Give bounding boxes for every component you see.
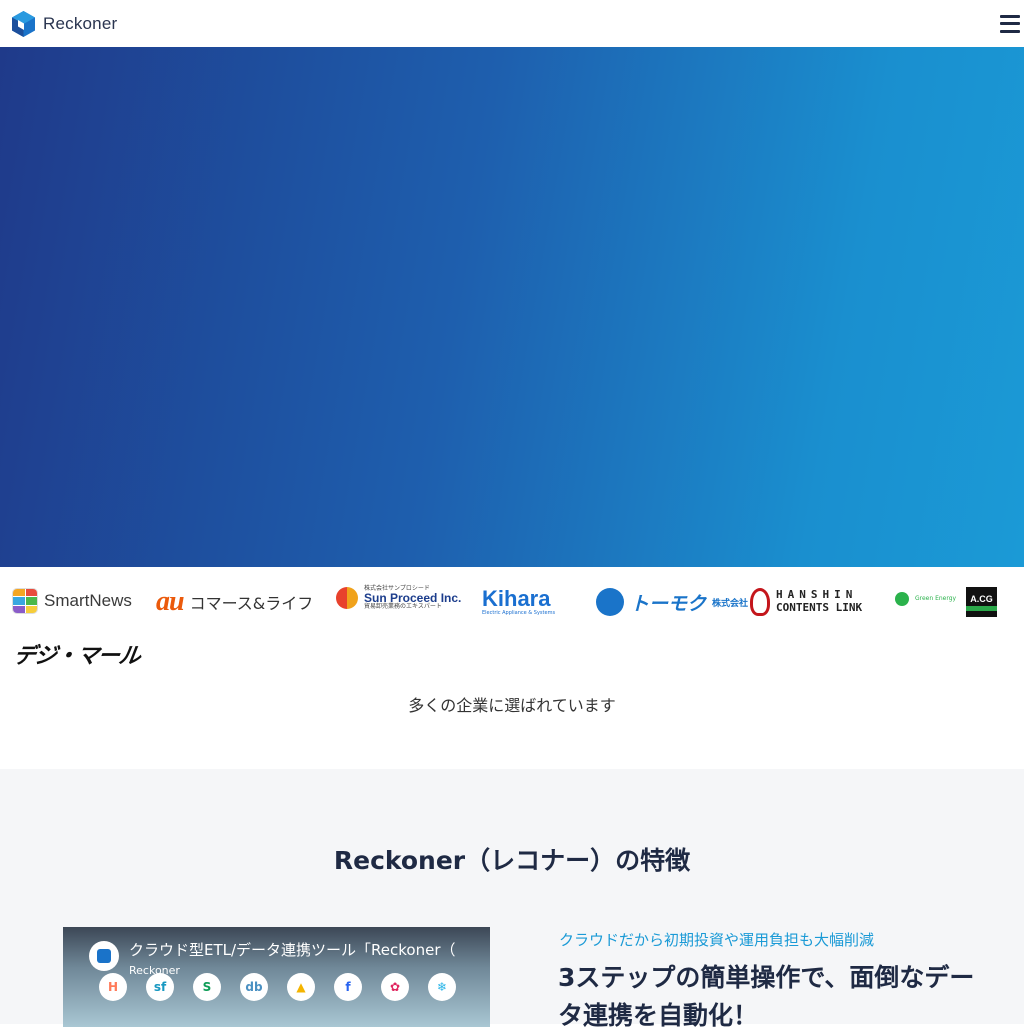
smartnews-logo: SmartNews — [12, 588, 132, 614]
features-section: Reckoner（レコナー）の特徴 クラウド型ETL/データ連携ツール「Reck… — [0, 769, 1024, 1030]
sun-proceed-logo: 株式会社サンプロシード Sun Proceed Inc. 貿易卸売業務のエキスパ… — [336, 586, 461, 610]
hero-banner — [0, 47, 1024, 567]
video-title[interactable]: クラウド型ETL/データ連携ツール「Reckoner（ — [129, 939, 456, 960]
google-sheets-icon: S — [193, 973, 221, 1001]
digimall-logo: デジ・マール — [12, 643, 142, 668]
intro-video[interactable]: クラウド型ETL/データ連携ツール「Reckoner（ Reckoner H s… — [63, 927, 490, 1027]
reckoner-logo-icon — [12, 10, 35, 37]
brand-link[interactable]: Reckoner — [12, 10, 118, 37]
database-icon: db — [240, 973, 268, 1001]
green-energy-logo: Green Energy — [895, 592, 956, 606]
snowflake-icon: ❄ — [428, 973, 456, 1001]
channel-avatar-icon[interactable] — [89, 941, 119, 971]
hanshin-contents-link-logo: HANSHIN CONTENTS LINK — [750, 588, 862, 616]
google-drive-icon: ▲ — [287, 973, 315, 1001]
acg-logo: A.CG — [966, 587, 997, 617]
freee-icon: f — [334, 973, 362, 1001]
salesforce-icon: sf — [146, 973, 174, 1001]
hamburger-menu-icon[interactable] — [998, 12, 1022, 36]
features-title: Reckoner（レコナー）の特徴 — [333, 846, 691, 875]
kintone-icon: ✿ — [381, 973, 409, 1001]
client-logos: SmartNews au コマース&ライフ 株式会社サンプロシード Sun Pr… — [0, 580, 1024, 670]
tomoku-logo: トーモク 株式会社 — [596, 588, 748, 616]
site-header: Reckoner — [0, 0, 1024, 47]
video-integration-icons: H sf S db ▲ f ✿ ❄ — [99, 973, 456, 1001]
hubspot-icon: H — [99, 973, 127, 1001]
brand-name: Reckoner — [43, 13, 118, 33]
clients-caption: 多くの企業に選ばれています — [408, 696, 616, 715]
kihara-logo: Kihara Electric Appliance & Systems — [482, 586, 556, 617]
au-commerce-logo: au コマース&ライフ — [156, 586, 314, 617]
feature-eyebrow: クラウドだから初期投資や運用負担も大幅削減 — [559, 931, 875, 949]
